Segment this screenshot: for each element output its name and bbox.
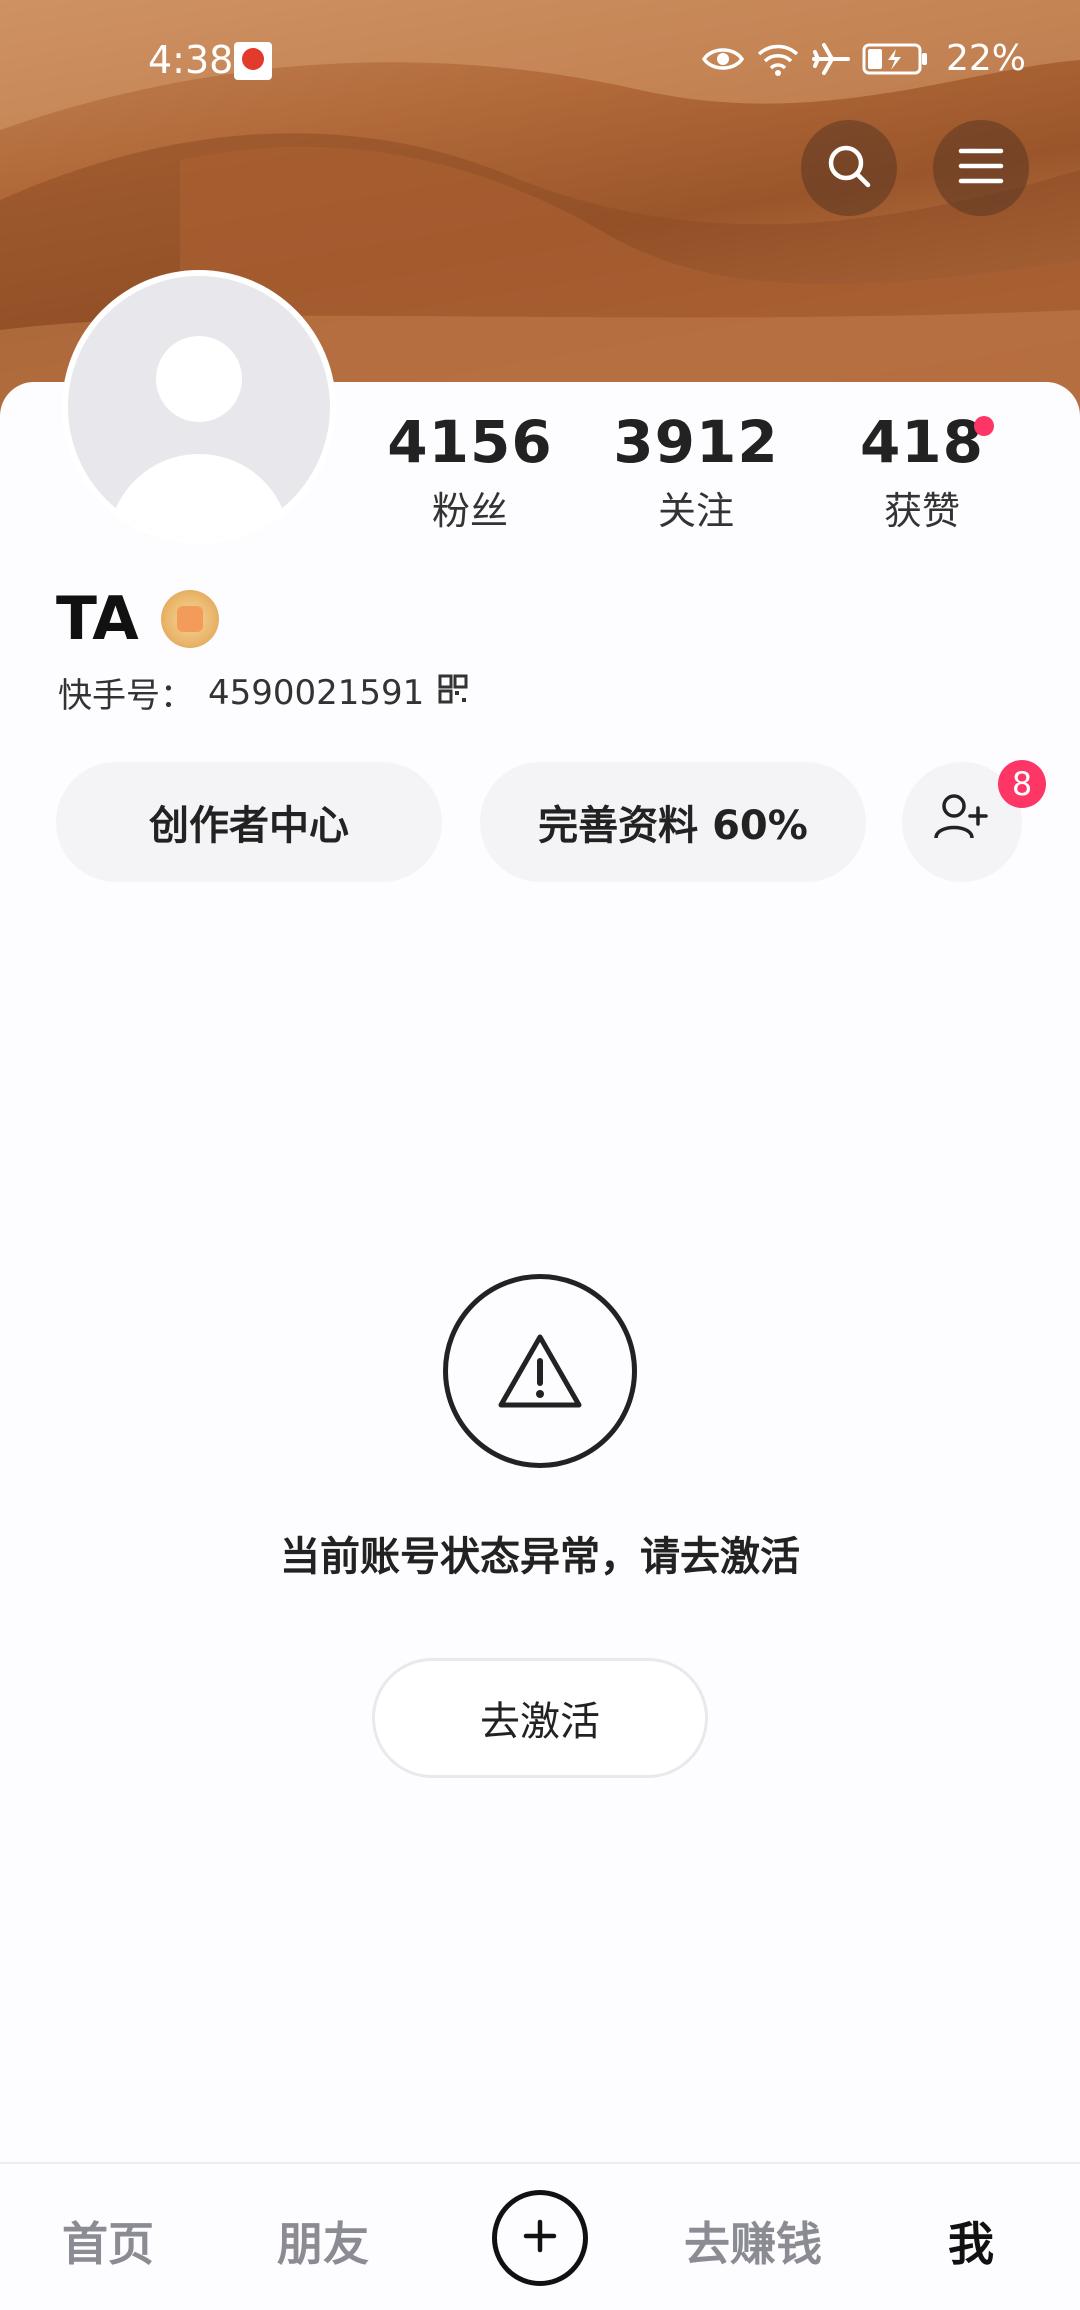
stat-fans-value: 4156 <box>387 408 553 476</box>
nav-friends[interactable]: 朋友 <box>277 2208 369 2274</box>
stat-likes-label: 获赞 <box>883 489 960 533</box>
qr-code-icon[interactable] <box>438 673 468 713</box>
likes-notification-dot <box>974 416 994 436</box>
eye-icon <box>701 44 744 74</box>
creator-center-button[interactable]: 创作者中心 <box>56 762 442 882</box>
complete-profile-button[interactable]: 完善资料 60% <box>480 762 866 882</box>
stat-fans-label: 粉丝 <box>431 489 508 533</box>
kuaishou-id-value: 4590021591 <box>208 672 425 713</box>
stat-fans[interactable]: 4156 粉丝 <box>370 408 570 535</box>
notification-app-icon <box>234 42 272 80</box>
menu-button[interactable] <box>933 120 1029 216</box>
kuaishou-id-row[interactable]: 快手号： 4590021591 <box>58 668 468 717</box>
stat-following-label: 关注 <box>657 489 734 533</box>
kuaishou-id-label: 快手号： <box>58 676 194 716</box>
wifi-icon <box>756 42 800 76</box>
default-avatar-icon <box>68 276 330 538</box>
bottom-navigation: 首页 朋友 去赚钱 我 <box>0 2162 1080 2310</box>
add-friend-icon <box>934 792 990 852</box>
profile-name: TA <box>56 584 139 654</box>
airplane-icon <box>811 42 850 76</box>
search-button[interactable] <box>801 120 897 216</box>
friend-request-count-badge: 8 <box>998 760 1046 808</box>
status-time: 4:38 <box>148 38 234 82</box>
menu-icon <box>958 146 1004 190</box>
plus-icon <box>520 2216 560 2260</box>
nav-earn[interactable]: 去赚钱 <box>684 2208 822 2274</box>
profile-name-row: TA <box>56 584 219 654</box>
create-post-button[interactable] <box>492 2190 588 2286</box>
account-status-message: 当前账号状态异常，请去激活 <box>280 1534 800 1580</box>
stat-likes[interactable]: 418 获赞 <box>822 408 1022 535</box>
nav-home[interactable]: 首页 <box>62 2208 154 2274</box>
warning-icon <box>443 1274 637 1468</box>
activate-button[interactable]: 去激活 <box>372 1658 708 1778</box>
status-bar: 4:38 22% <box>0 0 1080 120</box>
stat-likes-value: 418 <box>859 408 985 476</box>
battery-percent: 22% <box>945 38 1026 79</box>
search-icon <box>826 143 872 193</box>
stat-following[interactable]: 3912 关注 <box>596 408 796 535</box>
stat-following-value: 3912 <box>613 408 779 476</box>
level-badge-icon[interactable] <box>160 590 219 648</box>
battery-charging-icon <box>862 42 928 76</box>
avatar[interactable] <box>62 270 336 544</box>
nav-me[interactable]: 我 <box>948 2208 994 2274</box>
